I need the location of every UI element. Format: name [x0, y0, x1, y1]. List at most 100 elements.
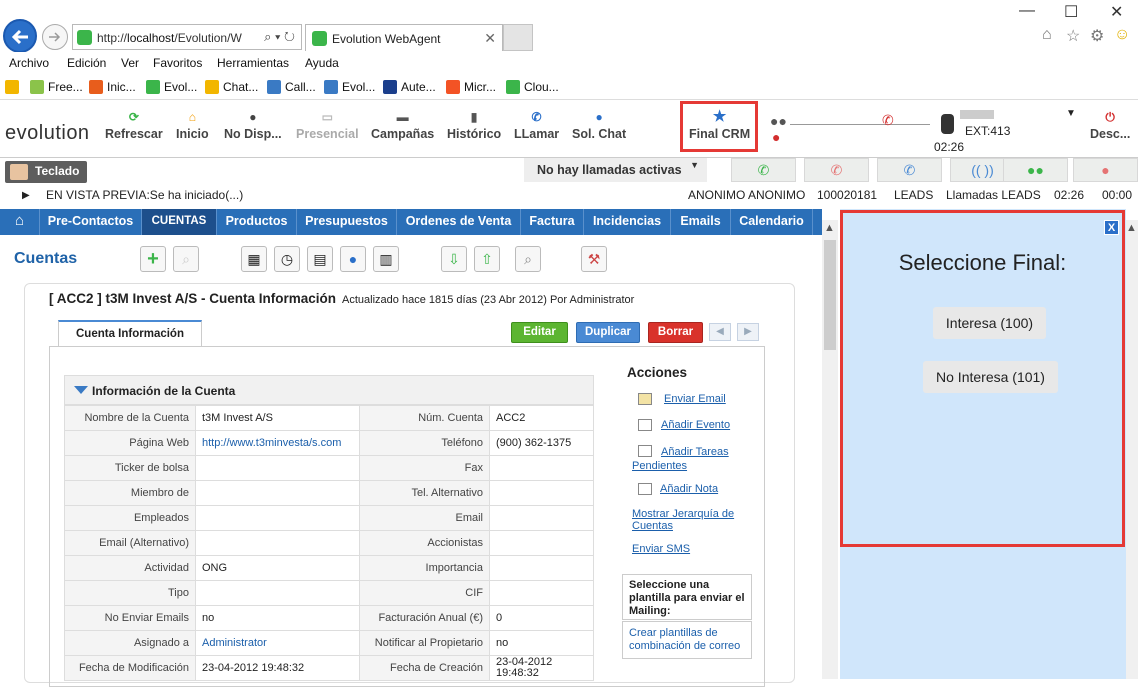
nav-calendario[interactable]: Calendario — [731, 209, 813, 235]
settings-hammer-icon[interactable]: ⚒ — [581, 246, 607, 272]
table-cell: ONG — [195, 555, 360, 581]
fav-item[interactable]: Aute... — [383, 80, 436, 94]
fav-item[interactable]: Clou... — [506, 80, 559, 94]
transfer-call-button[interactable]: ✆ — [877, 158, 942, 182]
desconectar-button[interactable]: ⏻ Desc... — [1090, 110, 1130, 141]
refrescar-button[interactable]: ⟳ Refrescar — [105, 110, 163, 141]
action-enviar-sms[interactable]: Enviar SMS — [632, 543, 690, 555]
historico-button[interactable]: ▮ Histórico — [447, 110, 501, 141]
record-button[interactable]: ● — [1073, 158, 1138, 182]
table-row: Nombre de la Cuenta t3M Invest A/S Núm. Cu… — [64, 405, 594, 431]
favorites-star-icon[interactable] — [5, 80, 23, 94]
hangup-call-button[interactable]: ✆ — [804, 158, 869, 182]
action-anadir-evento[interactable]: Añadir Evento — [661, 419, 730, 431]
expand-arrow-icon[interactable]: ▶ — [22, 190, 30, 201]
fav-item[interactable]: Inic... — [89, 80, 136, 94]
nav-pre-contactos[interactable]: Pre-Contactos — [40, 209, 142, 235]
prev-record-icon[interactable]: ◀ — [709, 323, 731, 341]
gear-icon[interactable]: ⚙ — [1090, 26, 1104, 46]
fav-item[interactable]: Micr... — [446, 80, 496, 94]
info-block-header[interactable]: Información de la Cuenta — [64, 375, 594, 405]
home-icon[interactable]: ⌂ — [1042, 26, 1052, 44]
assigned-user-link[interactable]: Administrator — [202, 637, 267, 649]
fav-item[interactable]: Free... — [30, 80, 83, 94]
table-cell: Notificar al Propietario — [359, 630, 490, 656]
website-link[interactable]: http://www.t3minvesta/s.com — [202, 437, 341, 449]
nav-home-icon[interactable]: ⌂ — [0, 209, 40, 235]
no-interesa-button[interactable]: No Interesa (101) — [923, 361, 1058, 393]
nav-factura[interactable]: Factura — [521, 209, 584, 235]
nav-emails[interactable]: Emails — [671, 209, 731, 235]
star-icon[interactable]: ☆ — [1066, 26, 1080, 46]
close-window-icon[interactable]: ✕ — [1110, 2, 1123, 22]
menu-herramientas[interactable]: Herramientas — [217, 56, 289, 70]
maximize-icon[interactable]: ☐ — [1064, 2, 1078, 22]
interesa-button[interactable]: Interesa (100) — [933, 307, 1046, 339]
minimize-icon[interactable]: — — [1019, 2, 1035, 20]
inicio-button[interactable]: ⌂ Inicio — [176, 110, 209, 141]
add-icon[interactable]: + — [140, 246, 166, 272]
address-bar[interactable]: http://localhost/Evolution/W ⌕ ▾ ↻ — [72, 24, 302, 50]
sol-chat-button[interactable]: ● Sol. Chat — [572, 110, 626, 141]
forward-button[interactable] — [42, 24, 68, 50]
duplicate-button[interactable]: Duplicar — [576, 322, 640, 343]
mailing-template-link[interactable]: Crear plantillas de combinación de corre… — [622, 621, 752, 659]
calculator-icon[interactable]: ▤ — [307, 246, 333, 272]
panel-scroll-up-icon[interactable]: ▲ — [1126, 222, 1137, 234]
new-tab-button[interactable] — [503, 24, 533, 51]
address-tools[interactable]: ⌕ ▾ ↻ — [264, 29, 295, 45]
menu-ver[interactable]: Ver — [121, 56, 139, 70]
action-anadir-nota[interactable]: Añadir Nota — [660, 483, 718, 495]
fav-item[interactable]: Chat... — [205, 80, 258, 94]
tab-cuenta-informacion[interactable]: Cuenta Información — [58, 320, 202, 347]
scroll-up-icon[interactable]: ▲ — [824, 222, 835, 234]
answer-call-button[interactable]: ✆ — [731, 158, 796, 182]
browser-tab[interactable]: Evolution WebAgent ✕ — [305, 24, 503, 51]
table-cell: (900) 362-1375 — [489, 430, 594, 456]
tab-close-icon[interactable]: ✕ — [484, 30, 496, 47]
clipboard-icon[interactable]: ▥ — [373, 246, 399, 272]
table-row: Asignado a Administrator Notificar al Prop… — [64, 630, 594, 656]
close-panel-icon[interactable]: X — [1104, 220, 1119, 235]
back-button[interactable] — [3, 19, 37, 53]
teclado-button[interactable]: Teclado — [5, 161, 87, 183]
panel-scrollbar[interactable] — [1126, 220, 1138, 679]
fav-item[interactable]: Call... — [267, 80, 316, 94]
menu-favoritos[interactable]: Favoritos — [153, 56, 202, 70]
nav-incidencias[interactable]: Incidencias — [584, 209, 671, 235]
nav-productos[interactable]: Productos — [217, 209, 297, 235]
action-enviar-email[interactable]: Enviar Email — [664, 393, 726, 405]
action-mostrar-jerarquia[interactable]: Mostrar Jerarquía de Cuentas — [632, 508, 747, 532]
nav-cuentas[interactable]: CUENTAS — [142, 209, 217, 235]
edit-button[interactable]: Editar — [511, 322, 568, 343]
search-icon[interactable]: ⌕ — [173, 246, 199, 272]
llamar-button[interactable]: ✆ LLamar — [514, 110, 559, 141]
find-duplicates-icon[interactable]: ⌕ — [515, 246, 541, 272]
import-icon[interactable]: ⇩ — [441, 246, 467, 272]
no-disp-button[interactable]: ● No Disp... — [224, 110, 282, 141]
nav-presupuestos[interactable]: Presupuestos — [297, 209, 397, 235]
email-icon — [638, 393, 652, 405]
presencial-button[interactable]: ▭ Presencial — [296, 110, 359, 141]
action-anadir-tareas[interactable]: Añadir Tareas Pendientes — [632, 445, 742, 473]
user-red-icon: ● — [772, 129, 781, 145]
agent-dropdown-icon[interactable]: ▼ — [1066, 108, 1076, 119]
next-record-icon[interactable]: ▶ — [737, 323, 759, 341]
delete-button[interactable]: Borrar — [648, 322, 703, 343]
menu-archivo[interactable]: Archivo — [9, 56, 49, 70]
campanas-button[interactable]: ▬ Campañas — [371, 110, 434, 141]
menu-edicion[interactable]: Edición — [67, 56, 106, 70]
main-scroll-thumb[interactable] — [824, 240, 836, 350]
info-time2: 00:00 — [1102, 188, 1133, 202]
clock-icon[interactable]: ◷ — [274, 246, 300, 272]
menu-ayuda[interactable]: Ayuda — [305, 56, 339, 70]
smiley-icon[interactable]: ☺ — [1114, 26, 1130, 44]
active-calls-dropdown[interactable]: No hay llamadas activas ▼ — [524, 158, 707, 182]
nav-ordenes-de-venta[interactable]: Ordenes de Venta — [397, 209, 521, 235]
conference-button[interactable]: ●● — [1003, 158, 1068, 182]
export-icon[interactable]: ⇧ — [474, 246, 500, 272]
fav-item[interactable]: Evol... — [324, 80, 375, 94]
chat-bubble-icon[interactable]: ● — [340, 246, 366, 272]
fav-item[interactable]: Evol... — [146, 80, 197, 94]
calendar-icon[interactable]: ▦ — [241, 246, 267, 272]
